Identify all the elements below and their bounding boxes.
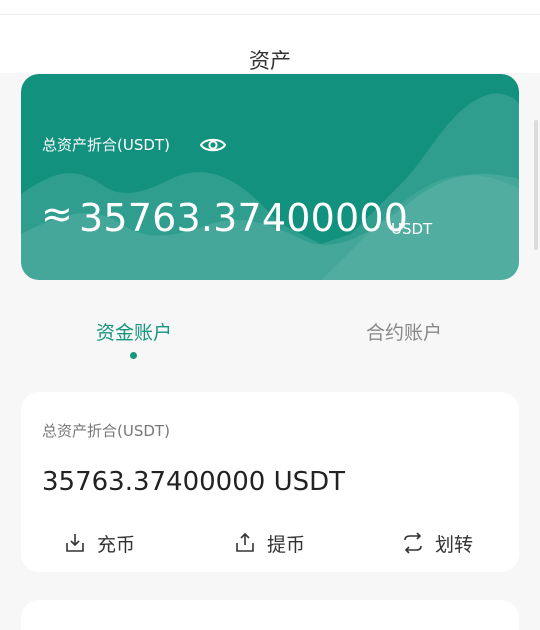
total-assets-label: 总资产折合(USDT)	[42, 136, 170, 154]
panel-total-label: 总资产折合(USDT)	[42, 422, 170, 440]
total-assets-card: 总资产折合(USDT) ≈ 35763.37400000 USDT	[21, 74, 519, 280]
tab-funding-account[interactable]: 资金账户	[96, 318, 172, 345]
total-assets-unit: USDT	[391, 220, 433, 238]
account-tabs: 资金账户 合约账户	[0, 300, 540, 370]
funding-account-panel: 总资产折合(USDT) 35763.37400000 USDT 充币 提币 划转	[21, 392, 519, 572]
mountain-background-graphic	[21, 93, 519, 280]
transfer-label: 划转	[435, 533, 474, 556]
deposit-button[interactable]: 充币	[63, 528, 135, 558]
scrollbar[interactable]	[534, 120, 538, 250]
page-title: 资产	[249, 49, 291, 73]
withdraw-label: 提币	[267, 533, 306, 556]
deposit-label: 充币	[97, 533, 136, 556]
approx-symbol: ≈	[41, 192, 73, 236]
transfer-button[interactable]: 划转	[401, 528, 473, 558]
header: 资产	[0, 15, 540, 73]
withdraw-button[interactable]: 提币	[233, 528, 305, 558]
eye-icon[interactable]	[199, 134, 227, 156]
active-tab-indicator	[130, 352, 137, 359]
tab-contract-account[interactable]: 合约账户	[366, 318, 442, 345]
total-assets-amount: 35763.37400000	[79, 196, 409, 240]
next-panel-edge	[21, 600, 519, 630]
transfer-icon	[404, 532, 422, 554]
status-bar-area	[0, 0, 540, 15]
panel-total-amount: 35763.37400000 USDT	[42, 467, 346, 497]
withdraw-icon	[236, 532, 254, 552]
deposit-icon	[66, 534, 84, 552]
